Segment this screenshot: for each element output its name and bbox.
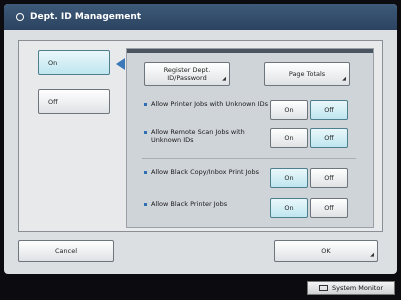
setting-label-black-printer: Allow Black Printer Jobs — [144, 200, 272, 208]
setting-label-black-copy-inbox: Allow Black Copy/Inbox Print Jobs — [144, 168, 272, 176]
dept-id-icon — [16, 13, 24, 21]
bullet-icon — [144, 103, 147, 106]
setting-label-printer-unknown: Allow Printer Jobs with Unknown IDs — [144, 100, 272, 108]
black-printer-off-button[interactable]: Off — [310, 198, 348, 218]
system-monitor-button[interactable]: System Monitor — [307, 281, 395, 295]
setting-label-remote-scan-unknown: Allow Remote Scan Jobs with Unknown IDs — [144, 128, 272, 144]
title-bar: Dept. ID Management — [4, 4, 397, 30]
page-totals-button[interactable]: Page Totals ◢ — [264, 62, 350, 86]
ok-label: OK — [321, 247, 331, 255]
mode-on-button[interactable]: On — [38, 50, 110, 75]
remote-scan-unknown-off-button[interactable]: Off — [310, 128, 348, 148]
cancel-label: Cancel — [54, 247, 78, 255]
cancel-button[interactable]: Cancel — [18, 240, 114, 262]
ok-button[interactable]: OK ◢ — [274, 240, 378, 262]
screen: Dept. ID Management On Off Register Dept… — [4, 4, 397, 274]
register-dept-id-button[interactable]: Register Dept. ID/Password ◢ — [144, 62, 230, 86]
corner-arrow-icon: ◢ — [342, 76, 346, 82]
black-printer-on-button[interactable]: On — [270, 198, 308, 218]
black-copy-inbox-off-button[interactable]: Off — [310, 168, 348, 188]
mode-on-label: On — [48, 58, 58, 67]
register-dept-id-label: Register Dept. ID/Password — [163, 66, 211, 82]
corner-arrow-icon: ◢ — [222, 76, 226, 82]
mode-off-label: Off — [48, 97, 58, 106]
panel-header-strip — [127, 49, 373, 53]
remote-scan-unknown-on-button[interactable]: On — [270, 128, 308, 148]
corner-arrow-icon: ◢ — [370, 252, 374, 258]
selection-pointer-icon — [116, 58, 125, 70]
window-title: Dept. ID Management — [30, 12, 142, 22]
monitor-icon — [318, 285, 328, 291]
bullet-icon — [144, 171, 147, 174]
system-monitor-label: System Monitor — [331, 284, 383, 292]
bullet-icon — [144, 203, 147, 206]
page-totals-label: Page Totals — [288, 70, 326, 78]
divider — [142, 158, 356, 159]
status-bar: System Monitor — [0, 276, 401, 300]
printer-unknown-off-button[interactable]: Off — [310, 100, 348, 120]
black-copy-inbox-on-button[interactable]: On — [270, 168, 308, 188]
printer-unknown-on-button[interactable]: On — [270, 100, 308, 120]
bullet-icon — [144, 131, 147, 134]
mode-off-button[interactable]: Off — [38, 89, 110, 114]
